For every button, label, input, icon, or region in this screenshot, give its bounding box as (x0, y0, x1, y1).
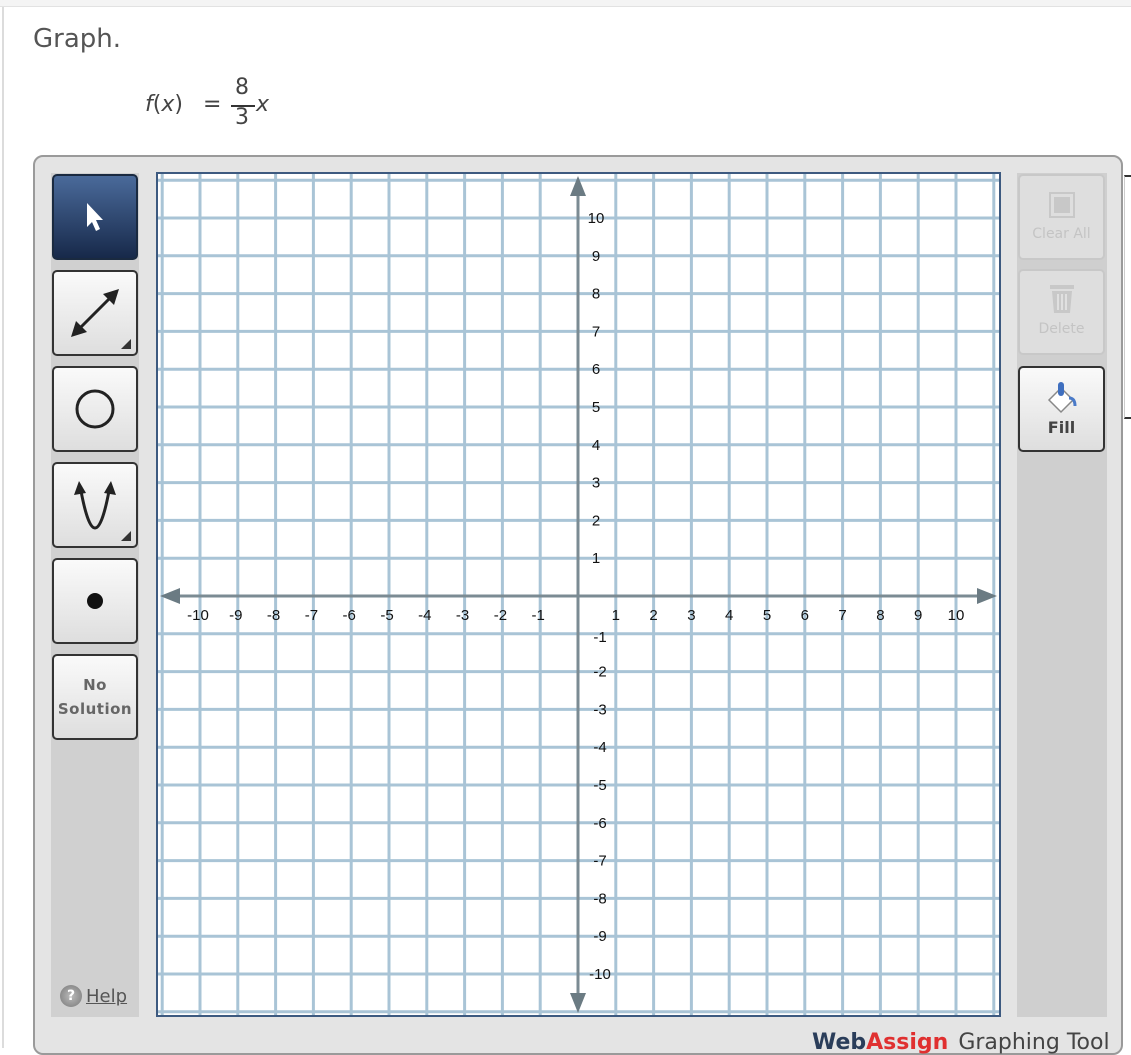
delete-button[interactable]: Delete (1018, 269, 1105, 355)
y-tick-label: -2 (593, 664, 606, 681)
y-tick-label: -8 (593, 890, 606, 907)
x-tick-label: 10 (948, 607, 965, 624)
y-tick-label: 6 (592, 361, 600, 378)
formula-numerator: 8 (235, 75, 249, 100)
graph-canvas[interactable]: -10 -9 -8 -7 -6 -5 -4 -3 -2 -1 1 2 3 4 5 6 7 8 9 10 10 9 8 7 6 5 4… (156, 172, 1001, 1017)
x-tick-label: 4 (725, 607, 733, 624)
parabola-icon (74, 481, 116, 530)
x-tick-label: 6 (801, 607, 809, 624)
x-tick-label: 2 (649, 607, 657, 624)
no-solution-button[interactable]: No Solution (52, 654, 138, 740)
clear-all-label: Clear All (1032, 226, 1091, 242)
help-label: Help (86, 985, 128, 1007)
clear-all-button[interactable]: Clear All (1018, 174, 1105, 260)
side-panel-edge (1124, 175, 1131, 419)
x-tick-label: -2 (494, 607, 507, 624)
y-tick-label: 3 (592, 475, 600, 492)
no-solution-label-1: No (83, 676, 107, 694)
x-tick-label: 7 (838, 607, 846, 624)
y-tick-label: -10 (589, 966, 611, 983)
help-icon: ? (60, 985, 82, 1007)
circle-icon (75, 389, 115, 429)
point-icon (87, 593, 103, 609)
question-title: Graph. (33, 24, 122, 54)
circle-tool-button[interactable] (52, 366, 138, 452)
select-tool-button[interactable] (52, 174, 138, 260)
x-tick-label: -8 (267, 607, 280, 624)
submenu-indicator-icon (121, 531, 131, 541)
y-axis-down-arrow-icon (570, 993, 586, 1013)
y-tick-label: -7 (593, 853, 606, 870)
parabola-tool-button[interactable] (52, 462, 138, 548)
x-tick-label: -4 (418, 607, 431, 624)
y-tick-label: 9 (592, 248, 600, 265)
delete-label: Delete (1038, 321, 1085, 337)
x-tick-label: 5 (763, 607, 771, 624)
x-tick-label: -10 (187, 607, 209, 624)
paint-bucket-icon (1047, 382, 1076, 414)
submenu-indicator-icon (121, 339, 131, 349)
y-tick-label: -5 (593, 777, 606, 794)
line-tool-button[interactable] (52, 270, 138, 356)
x-tick-label: -9 (229, 607, 242, 624)
point-tool-button[interactable] (52, 558, 138, 644)
double-arrow-line-icon (71, 289, 119, 337)
x-tick-label: -7 (305, 607, 318, 624)
y-tick-label: 1 (592, 550, 600, 567)
y-tick-label: 4 (592, 437, 600, 454)
x-tick-label: 1 (612, 607, 620, 624)
x-tick-label: 3 (687, 607, 695, 624)
formula-denominator: 3 (235, 105, 249, 130)
y-tick-label: 2 (592, 512, 600, 529)
clear-all-icon (1048, 192, 1075, 218)
formula-variable: x (256, 92, 270, 117)
y-tick-label: 10 (588, 210, 605, 227)
x-tick-label: -5 (380, 607, 393, 624)
y-tick-label: 5 (592, 399, 600, 416)
y-tick-label: -1 (593, 629, 606, 646)
y-tick-label: -4 (593, 739, 606, 756)
pointer-arrow-icon (87, 203, 103, 231)
x-tick-label: -6 (343, 607, 356, 624)
x-tick-label: 8 (876, 607, 884, 624)
fill-label: Fill (1047, 418, 1076, 437)
graph-svg[interactable]: -10 -9 -8 -7 -6 -5 -4 -3 -2 -1 1 2 3 4 5 6 7 8 9 10 10 9 8 7 6 5 4… (158, 174, 999, 1015)
y-tick-label: -6 (593, 815, 606, 832)
formula-lhs: f(x) (145, 92, 183, 117)
brand-assign: Assign (866, 1030, 949, 1055)
y-tick-label: 7 (592, 323, 600, 340)
brand-product: Graphing Tool (958, 1030, 1110, 1055)
x-tick-label: -3 (456, 607, 469, 624)
help-link[interactable]: ? Help (60, 985, 127, 1007)
no-solution-label-2: Solution (57, 700, 133, 718)
x-tick-label: -1 (532, 607, 545, 624)
y-tick-label: 8 (592, 286, 600, 303)
page-left-border (2, 7, 4, 1048)
page-top-border (0, 0, 1131, 7)
webassign-brand: WebAssign Graphing Tool (812, 1030, 1110, 1055)
brand-web: Web (812, 1030, 867, 1055)
y-tick-label: -3 (593, 701, 606, 718)
fill-button[interactable]: Fill (1018, 366, 1105, 452)
y-tick-label: -9 (593, 928, 606, 945)
formula-equals: = (203, 92, 222, 117)
x-tick-label: 9 (914, 607, 922, 624)
trash-icon (1049, 285, 1074, 313)
